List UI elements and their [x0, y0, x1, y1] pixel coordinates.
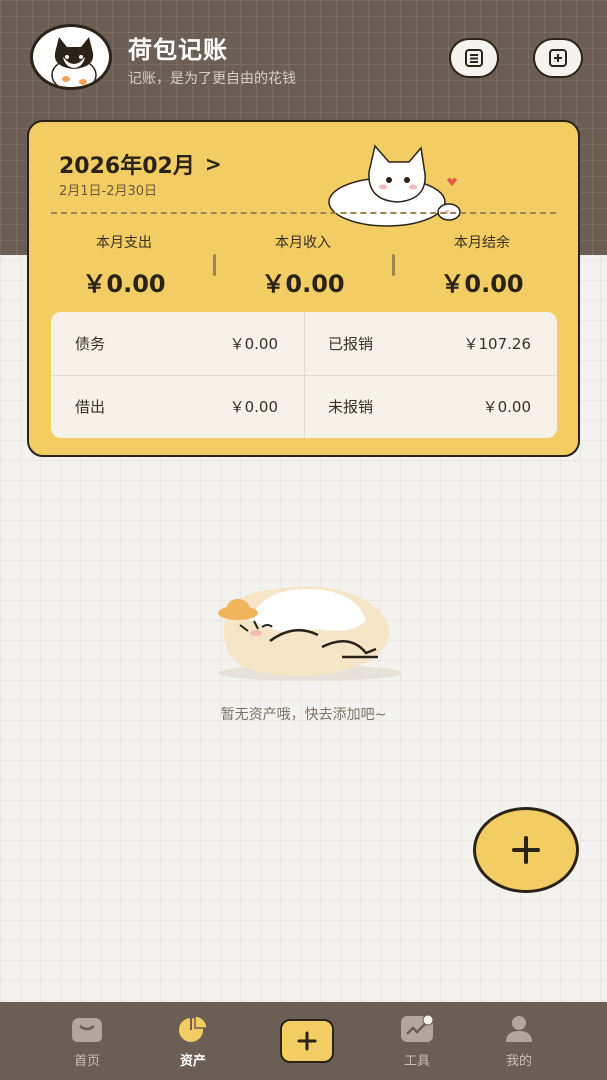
chevron-right-icon: > [204, 152, 222, 176]
home-icon [72, 1018, 102, 1042]
monthly-balance-stat: 本月结余 ￥0.00 [407, 232, 557, 299]
empty-state-text: 暂无资产哦，快去添加吧~ [220, 707, 387, 723]
card-divider [51, 212, 556, 214]
stat-label: 本月支出 [96, 235, 152, 251]
stat-value: ￥0.00 [261, 270, 345, 298]
lent-row[interactable]: 借出 ￥0.00 [51, 375, 304, 438]
grid-divider [51, 375, 557, 376]
tab-label: 首页 [73, 1054, 100, 1069]
tools-icon [401, 1014, 434, 1042]
detail-label: 债务 [75, 335, 106, 353]
add-asset-button[interactable] [473, 807, 579, 893]
tab-add-record[interactable] [280, 1019, 334, 1063]
bottom-tab-bar: 首页 资产 工具 我的 [0, 1002, 607, 1080]
date-range: 2月1日-2月30日 [59, 184, 158, 199]
detail-value: ￥107.26 [463, 335, 532, 353]
current-month: 2026年02月 [59, 154, 195, 179]
detail-grid: 债务 ￥0.00 已报销 ￥107.26 借出 ￥0.00 未报销 ￥0.00 [51, 312, 557, 438]
add-account-button[interactable] [533, 38, 583, 78]
avatar[interactable] [30, 24, 112, 90]
tab-label: 资产 [179, 1054, 206, 1069]
user-icon [506, 1016, 532, 1042]
pie-chart-icon [179, 1015, 208, 1042]
detail-value: ￥0.00 [229, 398, 278, 416]
cat-illustration-icon [328, 144, 461, 227]
detail-label: 借出 [75, 398, 106, 416]
stat-separator [213, 254, 216, 276]
unreimbursed-row[interactable]: 未报销 ￥0.00 [304, 375, 557, 438]
detail-value: ￥0.00 [229, 335, 278, 353]
month-selector[interactable]: 2026年02月 > [59, 148, 222, 180]
stat-label: 本月收入 [275, 235, 331, 251]
sleeping-bun-illustration-icon [218, 586, 402, 681]
bill-list-button[interactable] [449, 38, 499, 78]
tab-label: 工具 [403, 1054, 430, 1069]
stat-value: ￥0.00 [440, 270, 524, 298]
plus-icon [512, 836, 540, 864]
detail-label: 已报销 [328, 335, 374, 353]
reimbursed-row[interactable]: 已报销 ￥107.26 [304, 312, 557, 375]
list-icon [465, 49, 483, 67]
stat-label: 本月结余 [454, 235, 510, 251]
stat-separator [392, 254, 395, 276]
detail-value: ￥0.00 [482, 398, 531, 416]
app-title: 荷包记账 [128, 36, 228, 64]
stat-value: ￥0.00 [82, 270, 166, 298]
tab-assets[interactable]: 资产 [143, 1002, 243, 1080]
plus-icon [297, 1031, 317, 1051]
tab-home[interactable]: 首页 [37, 1002, 137, 1080]
monthly-income-stat: 本月收入 ￥0.00 [228, 232, 378, 299]
tab-tools[interactable]: 工具 [367, 1002, 467, 1080]
debt-row[interactable]: 债务 ￥0.00 [51, 312, 304, 375]
tab-label: 我的 [505, 1054, 532, 1069]
detail-label: 未报销 [328, 398, 374, 416]
app-subtitle: 记账，是为了更自由的花钱 [128, 71, 296, 87]
monthly-expense-stat: 本月支出 ￥0.00 [49, 232, 199, 299]
add-square-icon [549, 49, 567, 67]
tab-profile[interactable]: 我的 [469, 1002, 569, 1080]
monthly-summary-card: 2026年02月 > 2月1日-2月30日 本月支出 ￥0.00 本月收入 ￥0… [27, 120, 580, 457]
